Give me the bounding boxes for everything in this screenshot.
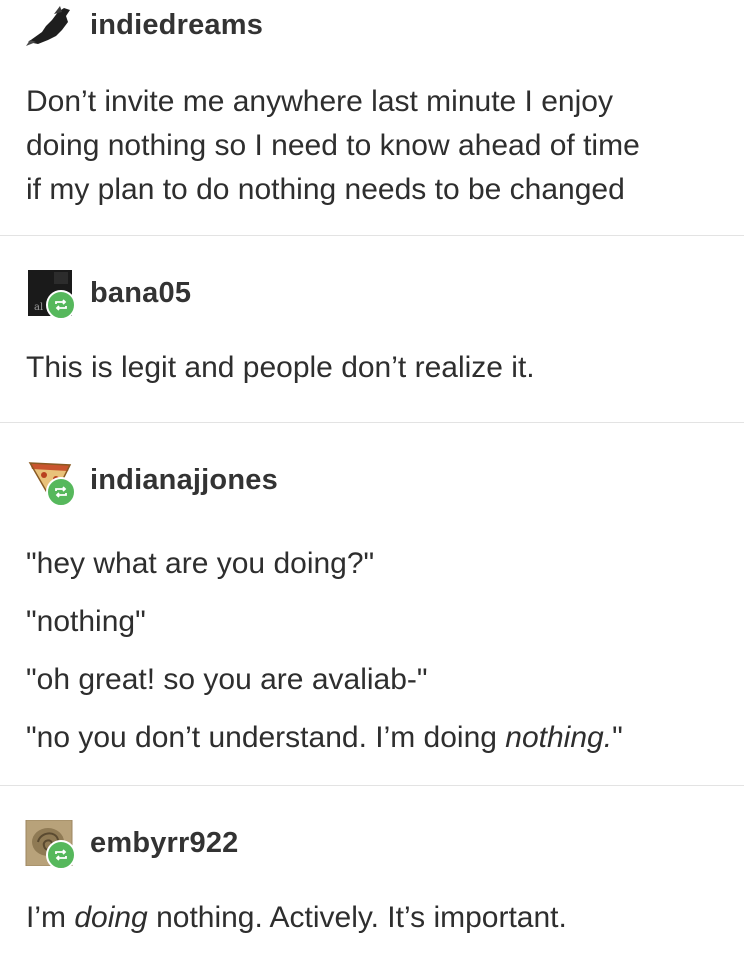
reblog-icon xyxy=(46,477,76,507)
post-line: "nothing" xyxy=(26,605,146,638)
post-body: "hey what are you doing?" "nothing" "oh … xyxy=(26,535,623,767)
post-body: This is legit and people don’t realize i… xyxy=(26,346,535,390)
username[interactable]: embyrr922 xyxy=(90,828,239,858)
post-indiedreams: indiedreams Don’t invite me anywhere las… xyxy=(0,0,744,235)
username[interactable]: bana05 xyxy=(90,278,191,308)
line-text: " xyxy=(612,721,623,754)
post-header: indiedreams xyxy=(24,2,263,48)
post-embyrr922: embyrr922 I’m doing nothing. Actively. I… xyxy=(0,786,744,960)
username[interactable]: indiedreams xyxy=(90,10,263,40)
post-header: indianajjones xyxy=(24,457,278,507)
post-line: Don’t invite me anywhere last minute I e… xyxy=(26,85,613,118)
line-text: nothing. Actively. It’s important. xyxy=(147,901,567,934)
post-line: if my plan to do nothing needs to be cha… xyxy=(26,173,625,206)
emphasis-text: doing xyxy=(74,901,148,934)
pizza-avatar-icon[interactable] xyxy=(24,457,76,507)
post-body: I’m doing nothing. Actively. It’s import… xyxy=(26,896,567,940)
svg-text:al: al xyxy=(34,302,43,313)
post-bana05: al bana05 This is legit and people don’t… xyxy=(0,236,744,422)
emphasis-text: nothing. xyxy=(505,721,613,754)
reblog-icon xyxy=(46,840,76,870)
post-indianajjones: indianajjones "hey what are you doing?" … xyxy=(0,423,744,785)
line-text: I’m xyxy=(26,901,75,934)
line-text: "no you don’t understand. I’m doing xyxy=(26,721,506,754)
post-line: doing nothing so I need to know ahead of… xyxy=(26,129,640,162)
dark-avatar-icon[interactable]: al xyxy=(24,270,76,320)
post-body: Don’t invite me anywhere last minute I e… xyxy=(26,80,640,212)
bird-avatar-icon[interactable] xyxy=(24,2,74,48)
post-header: embyrr922 xyxy=(24,819,239,870)
post-line: I’m doing nothing. Actively. It’s import… xyxy=(26,896,567,940)
post-line: "no you don’t understand. I’m doing noth… xyxy=(26,709,623,767)
username[interactable]: indianajjones xyxy=(90,465,278,495)
reblog-icon xyxy=(46,290,76,320)
post-line: "hey what are you doing?" xyxy=(26,547,375,580)
post-header: al bana05 xyxy=(24,270,191,320)
post-line: This is legit and people don’t realize i… xyxy=(26,351,535,384)
fossil-avatar-icon[interactable] xyxy=(24,819,76,870)
post-line: "oh great! so you are avaliab-" xyxy=(26,663,428,696)
